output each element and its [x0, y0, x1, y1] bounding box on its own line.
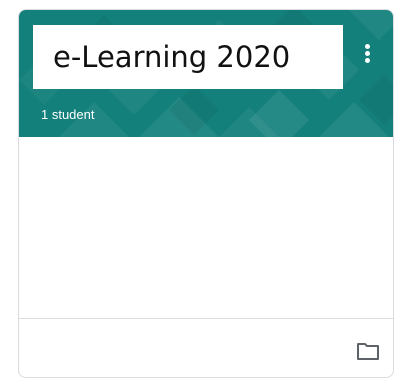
student-count: 1 student	[41, 107, 95, 122]
class-title[interactable]: e-Learning 2020	[53, 40, 290, 74]
more-vert-icon	[364, 43, 370, 49]
open-folder-button[interactable]	[353, 336, 383, 366]
class-card[interactable]: e-Learning 2020 1 student	[18, 9, 394, 378]
more-vert-icon-dot	[364, 50, 370, 56]
more-options-button[interactable]	[355, 36, 379, 70]
class-title-box[interactable]: e-Learning 2020	[33, 25, 343, 89]
class-card-banner[interactable]: e-Learning 2020 1 student	[19, 10, 393, 137]
card-divider	[19, 318, 393, 319]
more-vert-icon-dot	[364, 57, 370, 63]
folder-icon	[357, 343, 379, 360]
